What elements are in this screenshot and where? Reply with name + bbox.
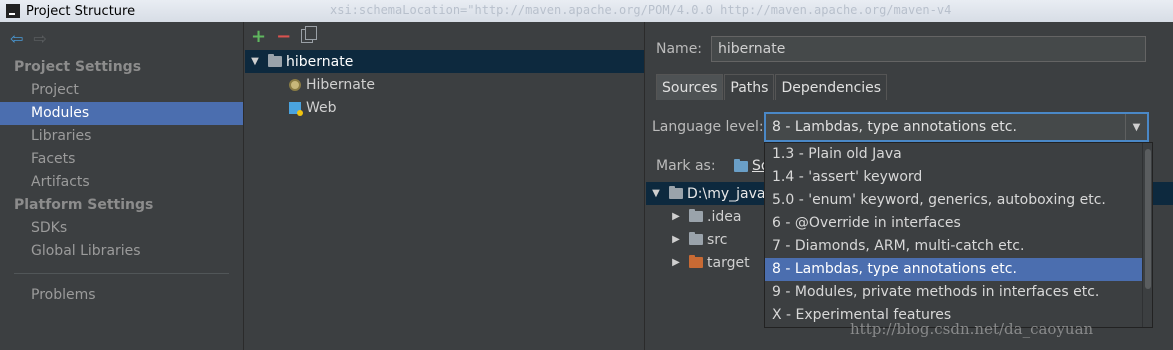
facet-label: Web [306,99,337,116]
tab-paths[interactable]: Paths [724,74,775,100]
sidebar-item-artifacts[interactable]: Artifacts [0,171,243,194]
background-ghost-text: xsi:schemaLocation="http://maven.apache.… [330,3,952,17]
dropdown-option[interactable]: 1.3 - Plain old Java [765,143,1152,166]
module-row-hibernate[interactable]: ▼ hibernate [245,50,644,73]
sidebar-item-libraries[interactable]: Libraries [0,125,243,148]
excluded-folder-icon [689,255,703,268]
facet-row-web[interactable]: Web [245,96,644,119]
dropdown-option[interactable]: 9 - Modules, private methods in interfac… [765,281,1152,304]
tree-root-label: D:\my_java_ [687,185,773,202]
sidebar-item-problems[interactable]: Problems [0,284,243,307]
dropdown-scrollbar[interactable] [1142,143,1152,327]
copy-icon[interactable] [301,26,318,43]
mark-as-label: Mark as: [656,158,716,174]
collapse-triangle-icon[interactable]: ▶ [669,257,683,268]
sources-folder-icon [734,158,748,172]
watermark: http://blog.csdn.net/da_caoyuan [850,320,1094,338]
module-folder-icon [268,54,282,67]
dropdown-option[interactable]: 6 - @Override in interfaces [765,212,1152,235]
section-project-settings: Project Settings [14,59,142,75]
tab-sources[interactable]: Sources [656,74,724,100]
dropdown-option[interactable]: 1.4 - 'assert' keyword [765,166,1152,189]
tree-item-label: .idea [707,208,742,225]
language-level-select[interactable]: 8 - Lambdas, type annotations etc. ▼ [764,112,1149,142]
title-bar: Project Structure xsi:schemaLocation="ht… [0,0,1173,22]
sidebar-item-project[interactable]: Project [0,79,243,102]
collapse-triangle-icon[interactable]: ▶ [669,234,683,245]
mark-as-row: Mark as: So [656,158,769,174]
sidebar-item-global-libraries[interactable]: Global Libraries [0,240,243,263]
folder-icon [689,209,703,222]
remove-icon[interactable]: − [276,26,291,47]
folder-icon [669,186,683,199]
sidebar-item-facets[interactable]: Facets [0,148,243,171]
tree-item-label: target [707,254,750,271]
nav-bar: ⇦ ⇨ [0,22,243,56]
name-input[interactable]: hibernate [711,36,1146,62]
detail-tabs: Sources Paths Dependencies [656,74,888,100]
sidebar-item-modules[interactable]: Modules [0,102,243,125]
add-icon[interactable]: + [251,26,266,47]
window-title: Project Structure [26,3,136,19]
expand-triangle-icon[interactable]: ▼ [649,188,663,199]
settings-sidebar: ⇦ ⇨ Project Settings Project Modules Lib… [0,22,244,350]
web-icon [289,101,303,116]
dropdown-option[interactable]: 7 - Diamonds, ARM, multi-catch etc. [765,235,1152,258]
module-toolbar: + − [245,22,644,50]
language-level-row: Language level: 8 - Lambdas, type annota… [652,112,1149,142]
collapse-triangle-icon[interactable]: ▶ [669,211,683,222]
name-row: Name: hibernate [656,36,1146,62]
module-label: hibernate [286,53,354,70]
sidebar-divider [14,273,229,274]
sidebar-item-sdks[interactable]: SDKs [0,217,243,240]
back-arrow-icon[interactable]: ⇦ [10,31,23,47]
chevron-down-icon[interactable]: ▼ [1125,114,1147,140]
folder-icon [689,232,703,245]
module-panel: + − ▼ hibernate Hibernate Web [245,22,645,350]
facet-label: Hibernate [306,76,375,93]
dropdown-option-selected[interactable]: 8 - Lambdas, type annotations etc. [765,258,1152,281]
name-label: Name: [656,41,703,57]
section-platform-settings: Platform Settings [14,197,154,213]
language-level-dropdown: 1.3 - Plain old Java 1.4 - 'assert' keyw… [764,142,1153,328]
expand-triangle-icon[interactable]: ▼ [248,56,262,67]
intellij-icon [6,4,20,18]
tree-item-label: src [707,231,728,248]
language-level-label: Language level: [652,119,764,135]
scrollbar-thumb[interactable] [1145,149,1151,289]
dropdown-option[interactable]: 5.0 - 'enum' keyword, generics, autoboxi… [765,189,1152,212]
hibernate-icon [289,78,301,91]
facet-row-hibernate[interactable]: Hibernate [245,73,644,96]
language-level-value: 8 - Lambdas, type annotations etc. [772,119,1017,135]
forward-arrow-icon[interactable]: ⇨ [33,31,46,47]
tab-dependencies[interactable]: Dependencies [775,74,888,100]
